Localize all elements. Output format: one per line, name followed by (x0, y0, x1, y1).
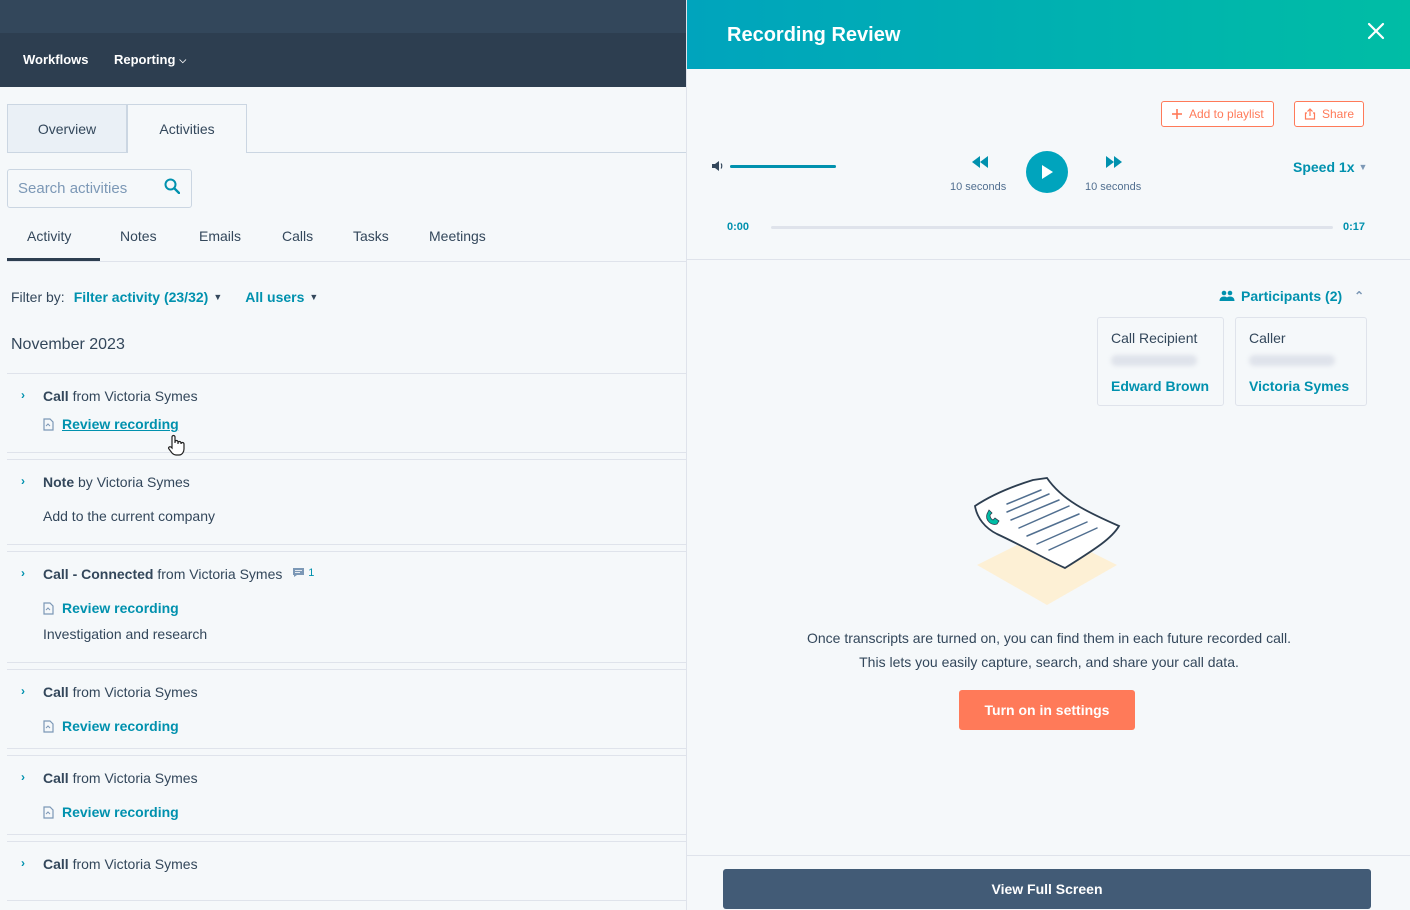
search-box (7, 169, 192, 208)
volume-level (730, 165, 836, 168)
tab-tasks[interactable]: Tasks (353, 228, 389, 244)
turn-on-settings-button[interactable]: Turn on in settings (959, 690, 1135, 730)
caret-down-icon: ▼ (1358, 162, 1368, 172)
nav-item-workflows[interactable]: Workflows (23, 52, 89, 67)
document-icon (43, 719, 54, 733)
view-full-screen-button[interactable]: View Full Screen (723, 869, 1371, 909)
activity-title: Call from Victoria Symes (43, 388, 198, 404)
activity-card: › Call from Victoria Symes Review record… (7, 669, 686, 749)
fast-forward-icon[interactable] (1104, 154, 1124, 170)
participant-card: Call Recipient Edward Brown (1097, 317, 1224, 406)
current-time: 0:00 (727, 221, 750, 233)
participants-toggle[interactable]: Participants (2) ⌃ (1219, 288, 1364, 304)
activity-title: Note by Victoria Symes (43, 474, 190, 490)
transcript-message-line1: Once transcripts are turned on, you can … (806, 630, 1292, 646)
transcript-illustration (974, 477, 1121, 605)
filter-activity-dropdown[interactable]: Filter activity (23/32) ▼ (74, 289, 223, 305)
expand-chevron-icon[interactable]: › (21, 770, 25, 784)
plus-icon (1172, 109, 1182, 119)
tab-meetings[interactable]: Meetings (429, 228, 486, 244)
review-recording-link[interactable]: Review recording (43, 416, 179, 432)
caret-down-icon: ▼ (213, 292, 223, 302)
rewind-icon[interactable] (970, 154, 990, 170)
filter-bar: Filter by: Filter activity (23/32) ▼ All … (11, 289, 318, 305)
activity-card: › Call - Connected from Victoria Symes 1… (7, 551, 686, 663)
document-icon (43, 417, 54, 431)
month-heading: November 2023 (11, 336, 125, 353)
tab-emails[interactable]: Emails (199, 228, 241, 244)
document-icon (43, 805, 54, 819)
volume-icon[interactable] (711, 159, 725, 173)
filter-users-dropdown[interactable]: All users ▼ (245, 289, 318, 305)
active-tab-indicator (7, 258, 100, 261)
panel-header: Recording Review (687, 0, 1410, 69)
expand-chevron-icon[interactable]: › (21, 474, 25, 488)
seek-bar[interactable] (771, 226, 1333, 229)
activity-title: Call from Victoria Symes (43, 770, 198, 786)
review-recording-link[interactable]: Review recording (43, 718, 179, 734)
activity-description: Investigation and research (43, 626, 208, 642)
participant-card: Caller Victoria Symes (1235, 317, 1367, 406)
tab-divider (247, 152, 686, 153)
transcript-message-line2: This lets you easily capture, search, an… (859, 654, 1239, 670)
caret-down-icon: ▼ (309, 292, 319, 302)
rewind-label: 10 seconds (950, 181, 1007, 193)
activity-type-tabs: Activity Notes Emails Calls Tasks Meetin… (7, 222, 686, 262)
duration: 0:17 (1343, 221, 1366, 233)
audio-player: 10 seconds 10 seconds Speed 1x ▼ 0:00 0:1… (687, 140, 1410, 260)
people-icon (1219, 290, 1235, 301)
activity-card: › Call from Victoria Symes Review record… (7, 755, 686, 835)
panel-footer: View Full Screen (687, 855, 1410, 910)
chevron-down-icon: ⌵ (179, 55, 187, 65)
activity-card: › Call from Victoria Symes Review record… (7, 373, 686, 456)
activity-description: Add to the current company (43, 508, 215, 524)
activity-card: › Note by Victoria Symes Add to the curr… (7, 459, 686, 545)
add-to-playlist-button[interactable]: Add to playlist (1161, 101, 1274, 127)
review-recording-link[interactable]: Review recording (43, 804, 179, 820)
activity-title: Call from Victoria Symes (43, 684, 198, 700)
activity-card: › Call from Victoria Symes (7, 841, 686, 901)
hand-cursor-icon (168, 434, 185, 456)
play-button[interactable] (1026, 151, 1068, 193)
top-navigation: Workflows Reporting ⌵ (0, 0, 686, 87)
expand-chevron-icon[interactable]: › (21, 856, 25, 870)
participant-role: Call Recipient (1111, 330, 1198, 346)
document-icon (43, 601, 54, 615)
share-icon (1304, 108, 1316, 120)
nav-item-reporting[interactable]: Reporting ⌵ (114, 52, 186, 67)
recording-review-panel: Recording Review Add to playlist Share 1… (686, 0, 1410, 910)
tab-activity[interactable]: Activity (27, 228, 71, 244)
participant-name[interactable]: Edward Brown (1111, 378, 1209, 394)
chevron-up-icon: ⌃ (1354, 289, 1365, 303)
search-input[interactable] (18, 180, 158, 197)
search-icon[interactable] (164, 178, 181, 199)
speed-dropdown[interactable]: Speed 1x ▼ (1293, 159, 1367, 175)
comment-icon (293, 568, 305, 577)
tab-activities[interactable]: Activities (127, 104, 247, 153)
tab-calls[interactable]: Calls (282, 228, 313, 244)
expand-chevron-icon[interactable]: › (21, 566, 25, 580)
comment-count[interactable]: 1 (292, 567, 314, 579)
participant-role: Caller (1249, 330, 1286, 346)
tab-notes[interactable]: Notes (120, 228, 157, 244)
expand-chevron-icon[interactable]: › (21, 388, 25, 402)
close-icon[interactable] (1367, 22, 1385, 40)
panel-title: Recording Review (727, 24, 901, 46)
share-button[interactable]: Share (1294, 101, 1365, 127)
activity-pane: Workflows Reporting ⌵ Overview Activities… (0, 0, 686, 910)
forward-label: 10 seconds (1085, 181, 1142, 193)
redacted-phone (1111, 355, 1197, 366)
participant-name[interactable]: Victoria Symes (1249, 378, 1349, 394)
filter-label: Filter by: (11, 289, 65, 305)
play-icon (1042, 165, 1053, 179)
tab-overview[interactable]: Overview (7, 104, 127, 153)
top-strip (0, 0, 686, 33)
activity-title: Call - Connected from Victoria Symes 1 (43, 566, 315, 582)
expand-chevron-icon[interactable]: › (21, 684, 25, 698)
activity-title: Call from Victoria Symes (43, 856, 198, 872)
review-recording-link[interactable]: Review recording (43, 600, 179, 616)
volume-slider[interactable] (730, 165, 836, 168)
redacted-phone (1249, 355, 1335, 366)
